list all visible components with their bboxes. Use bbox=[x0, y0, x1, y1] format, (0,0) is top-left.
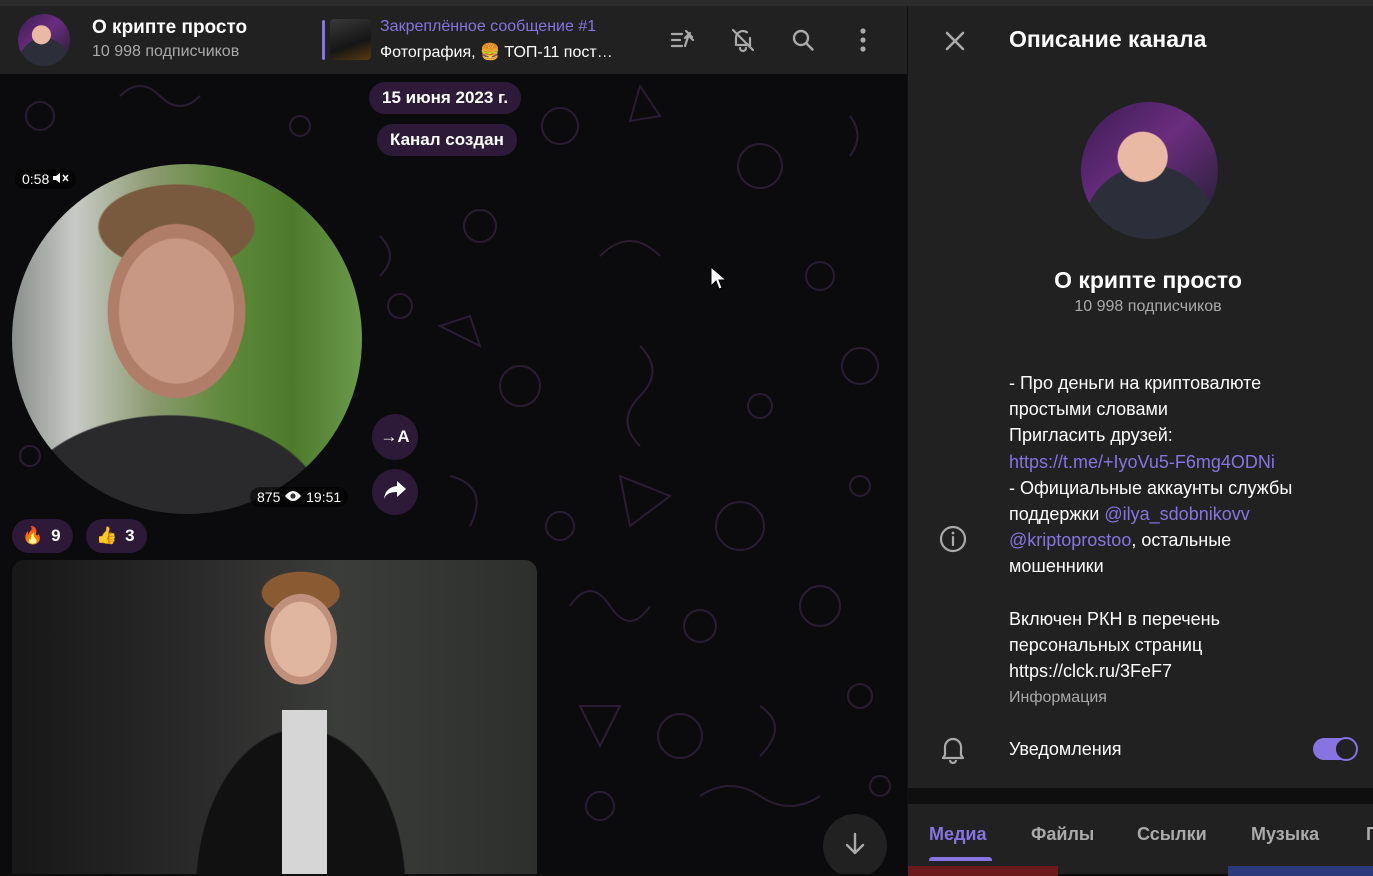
description-line: простыми словами bbox=[1009, 399, 1168, 420]
media-thumbnail[interactable] bbox=[908, 866, 1058, 876]
pinned-indicator bbox=[322, 20, 325, 60]
description-line: Включен РКН в перечень bbox=[1009, 608, 1220, 629]
channel-avatar[interactable] bbox=[18, 14, 70, 66]
tab-more[interactable]: Г bbox=[1366, 824, 1373, 845]
eye-icon bbox=[284, 489, 306, 505]
photo-detail bbox=[282, 710, 327, 874]
search-icon[interactable] bbox=[787, 24, 819, 56]
media-tabs: Медиа Файлы Ссылки Музыка Г bbox=[908, 804, 1373, 874]
date-separator: 15 июня 2023 г. bbox=[369, 82, 522, 114]
pinned-message[interactable]: Закреплённое сообщение #1 Фотография, 🍔 … bbox=[322, 18, 627, 62]
share-arrow-icon bbox=[383, 480, 407, 505]
reaction-thumbs-up[interactable]: 👍 3 bbox=[86, 519, 147, 553]
description-line: @kriptoprostoo, остальные bbox=[1009, 527, 1349, 553]
muted-speaker-icon bbox=[53, 171, 69, 187]
video-meta-badge: 875 19:51 bbox=[250, 487, 349, 507]
video-duration-badge[interactable]: 0:58 bbox=[15, 169, 77, 189]
translate-button[interactable]: →A bbox=[372, 414, 418, 460]
invite-link[interactable]: https://t.me/+IyoVu5-F6mg4ODNi bbox=[1009, 449, 1349, 475]
support-handle-link[interactable]: @kriptoprostoo bbox=[1009, 530, 1131, 550]
tab-media[interactable]: Медиа bbox=[929, 824, 987, 845]
channel-title[interactable]: О крипте просто bbox=[92, 17, 247, 39]
media-thumbnail[interactable] bbox=[1228, 866, 1373, 876]
scroll-to-bottom-button[interactable] bbox=[823, 814, 887, 874]
pinned-list-icon[interactable] bbox=[667, 24, 699, 56]
notifications-toggle[interactable] bbox=[1313, 737, 1358, 761]
info-caption: Информация bbox=[1009, 689, 1107, 706]
more-menu-icon[interactable] bbox=[847, 24, 879, 56]
info-icon bbox=[938, 524, 968, 559]
panel-channel-name: О крипте просто bbox=[1054, 267, 1242, 293]
tab-links[interactable]: Ссылки bbox=[1137, 824, 1207, 845]
bell-icon bbox=[940, 734, 966, 769]
pinned-title: Закреплённое сообщение #1 bbox=[380, 18, 597, 35]
panel-channel-avatar[interactable] bbox=[1081, 102, 1218, 239]
reaction-fire[interactable]: 🔥 9 bbox=[12, 519, 73, 553]
close-icon bbox=[944, 30, 966, 57]
description-spacer bbox=[1009, 580, 1349, 606]
views-count: 875 bbox=[257, 489, 281, 505]
description-line: - Официальные аккаунты службы bbox=[1009, 477, 1293, 498]
close-panel-button[interactable] bbox=[938, 26, 972, 60]
tab-files[interactable]: Файлы bbox=[1031, 824, 1094, 845]
reaction-thumbs-up-emoji: 👍 bbox=[96, 526, 118, 545]
reaction-thumbs-up-count: 3 bbox=[125, 526, 135, 545]
channel-info-panel: Описание канала О крипте просто 10 998 п… bbox=[907, 6, 1373, 876]
share-button[interactable] bbox=[372, 469, 418, 515]
description-line: - Про деньги на криптовалюте bbox=[1009, 373, 1262, 393]
reaction-fire-count: 9 bbox=[51, 526, 61, 545]
toggle-knob bbox=[1334, 737, 1358, 761]
tab-music[interactable]: Музыка bbox=[1251, 824, 1319, 845]
notifications-label: Уведомления bbox=[1009, 739, 1122, 759]
service-message: Канал создан bbox=[377, 124, 517, 156]
description-url[interactable]: https://clck.ru/3FeF7 bbox=[1009, 658, 1349, 684]
description-text: поддержки bbox=[1009, 504, 1105, 525]
panel-subscribers: 10 998 подписчиков bbox=[1074, 298, 1222, 315]
chat-header[interactable]: О крипте просто 10 998 подписчиков Закре… bbox=[0, 6, 907, 74]
round-video-message[interactable] bbox=[12, 164, 362, 514]
channel-description: - Про деньги на криптовалюте простыми сл… bbox=[1009, 370, 1349, 684]
translate-label: →A bbox=[380, 427, 410, 446]
active-tab-indicator bbox=[929, 857, 992, 861]
channel-subscribers: 10 998 подписчиков bbox=[92, 43, 240, 60]
panel-title: Описание канала bbox=[1009, 26, 1207, 52]
arrow-down-icon bbox=[843, 831, 867, 862]
description-text: , остальные bbox=[1131, 530, 1232, 551]
photo-message[interactable] bbox=[12, 560, 537, 874]
section-divider bbox=[908, 788, 1373, 804]
mouse-cursor-icon bbox=[710, 266, 726, 290]
message-time: 19:51 bbox=[306, 489, 342, 505]
mute-bell-icon[interactable] bbox=[727, 24, 759, 56]
description-line: персональных страниц bbox=[1009, 634, 1203, 655]
chat-area: О крипте просто 10 998 подписчиков Закре… bbox=[0, 6, 907, 874]
reaction-fire-emoji: 🔥 bbox=[22, 526, 44, 545]
pinned-thumbnail bbox=[330, 19, 371, 60]
pinned-text: Фотография, 🍔 ТОП-11 пост… bbox=[380, 44, 613, 61]
support-handle-link[interactable]: @ilya_sdobnikovv bbox=[1104, 504, 1249, 524]
description-line: мошенники bbox=[1009, 556, 1104, 577]
description-line: Пригласить друзей: bbox=[1009, 425, 1173, 446]
video-duration: 0:58 bbox=[22, 171, 50, 187]
description-line: поддержки @ilya_sdobnikovv bbox=[1009, 501, 1349, 527]
